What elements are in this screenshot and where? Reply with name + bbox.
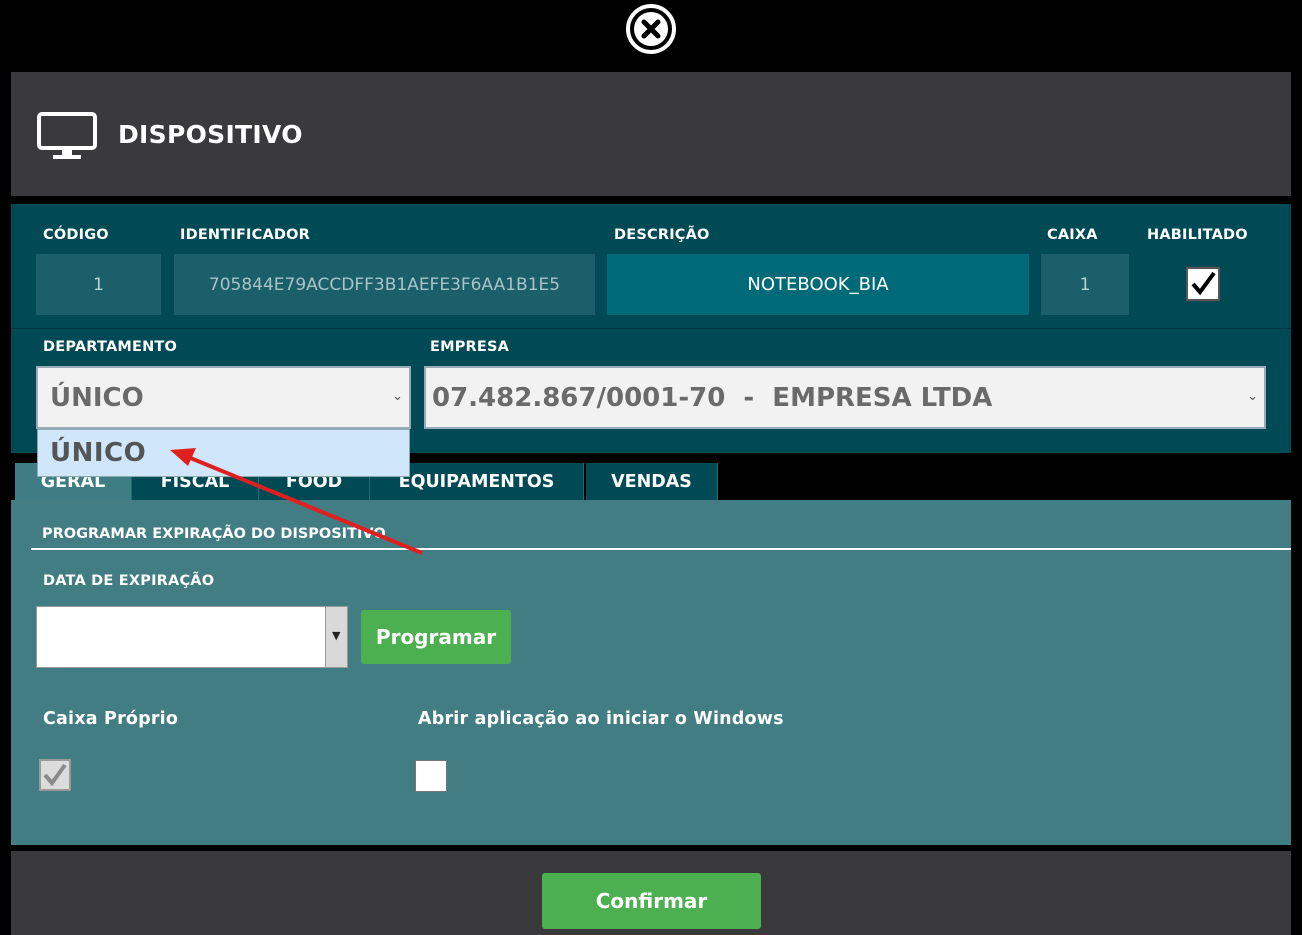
codigo-field[interactable]: 1 [36,254,161,315]
close-button[interactable] [626,4,676,54]
close-icon [634,12,668,46]
data-expiracao-input[interactable] [36,606,326,668]
empresa-selected-value: 07.482.867/0001-70 - EMPRESA LTDA [432,382,993,413]
section-title: PROGRAMAR EXPIRAÇÃO DO DISPOSITIVO [42,526,386,542]
caixa-field[interactable]: 1 [1041,254,1129,315]
habilitado-label: HABILITADO [1147,227,1248,243]
departamento-dropdown-list: ÚNICO [37,429,410,477]
identificador-field[interactable]: 705844E79ACCDFF3B1AEFE3F6AA1B1E5 [174,254,595,315]
descricao-field[interactable]: NOTEBOOK_BIA [607,254,1029,315]
caixa-proprio-checkbox[interactable] [39,759,71,791]
data-expiracao-label: DATA DE EXPIRAÇÃO [43,573,215,589]
empresa-label: EMPRESA [430,339,510,355]
departamento-label: DEPARTAMENTO [43,339,178,355]
tab-vendas[interactable]: VENDAS [586,463,718,500]
date-dropdown-button[interactable]: ▼ [325,606,348,668]
abrir-windows-label: Abrir aplicação ao iniciar o Windows [418,709,784,729]
codigo-label: CÓDIGO [43,227,109,243]
confirmar-button[interactable]: Confirmar [542,873,761,929]
departamento-select[interactable]: ÚNICO ⌄ [36,366,411,429]
departamento-selected-value: ÚNICO [50,382,144,413]
chevron-down-icon: ⌄ [392,389,403,404]
checkmark-icon [1191,271,1216,296]
dialog-title: DISPOSITIVO [118,120,303,149]
habilitado-checkbox[interactable] [1186,267,1220,301]
identificador-label: IDENTIFICADOR [180,227,311,243]
caret-down-icon: ▼ [332,629,341,642]
checkmark-icon [43,763,67,787]
chevron-down-icon: ⌄ [1247,389,1258,404]
empresa-select[interactable]: 07.482.867/0001-70 - EMPRESA LTDA ⌄ [424,366,1266,429]
programar-button[interactable]: Programar [361,610,511,664]
monitor-icon [37,112,97,159]
divider [11,328,1291,329]
departamento-option[interactable]: ÚNICO [50,438,146,468]
caixa-label: CAIXA [1047,227,1098,243]
dialog-header: DISPOSITIVO [11,72,1291,196]
caixa-proprio-label: Caixa Próprio [43,709,179,729]
abrir-windows-checkbox[interactable] [415,760,447,792]
descricao-label: DESCRIÇÃO [614,227,710,243]
geral-tab-panel: PROGRAMAR EXPIRAÇÃO DO DISPOSITIVO [11,500,1291,845]
section-divider [31,548,1291,550]
